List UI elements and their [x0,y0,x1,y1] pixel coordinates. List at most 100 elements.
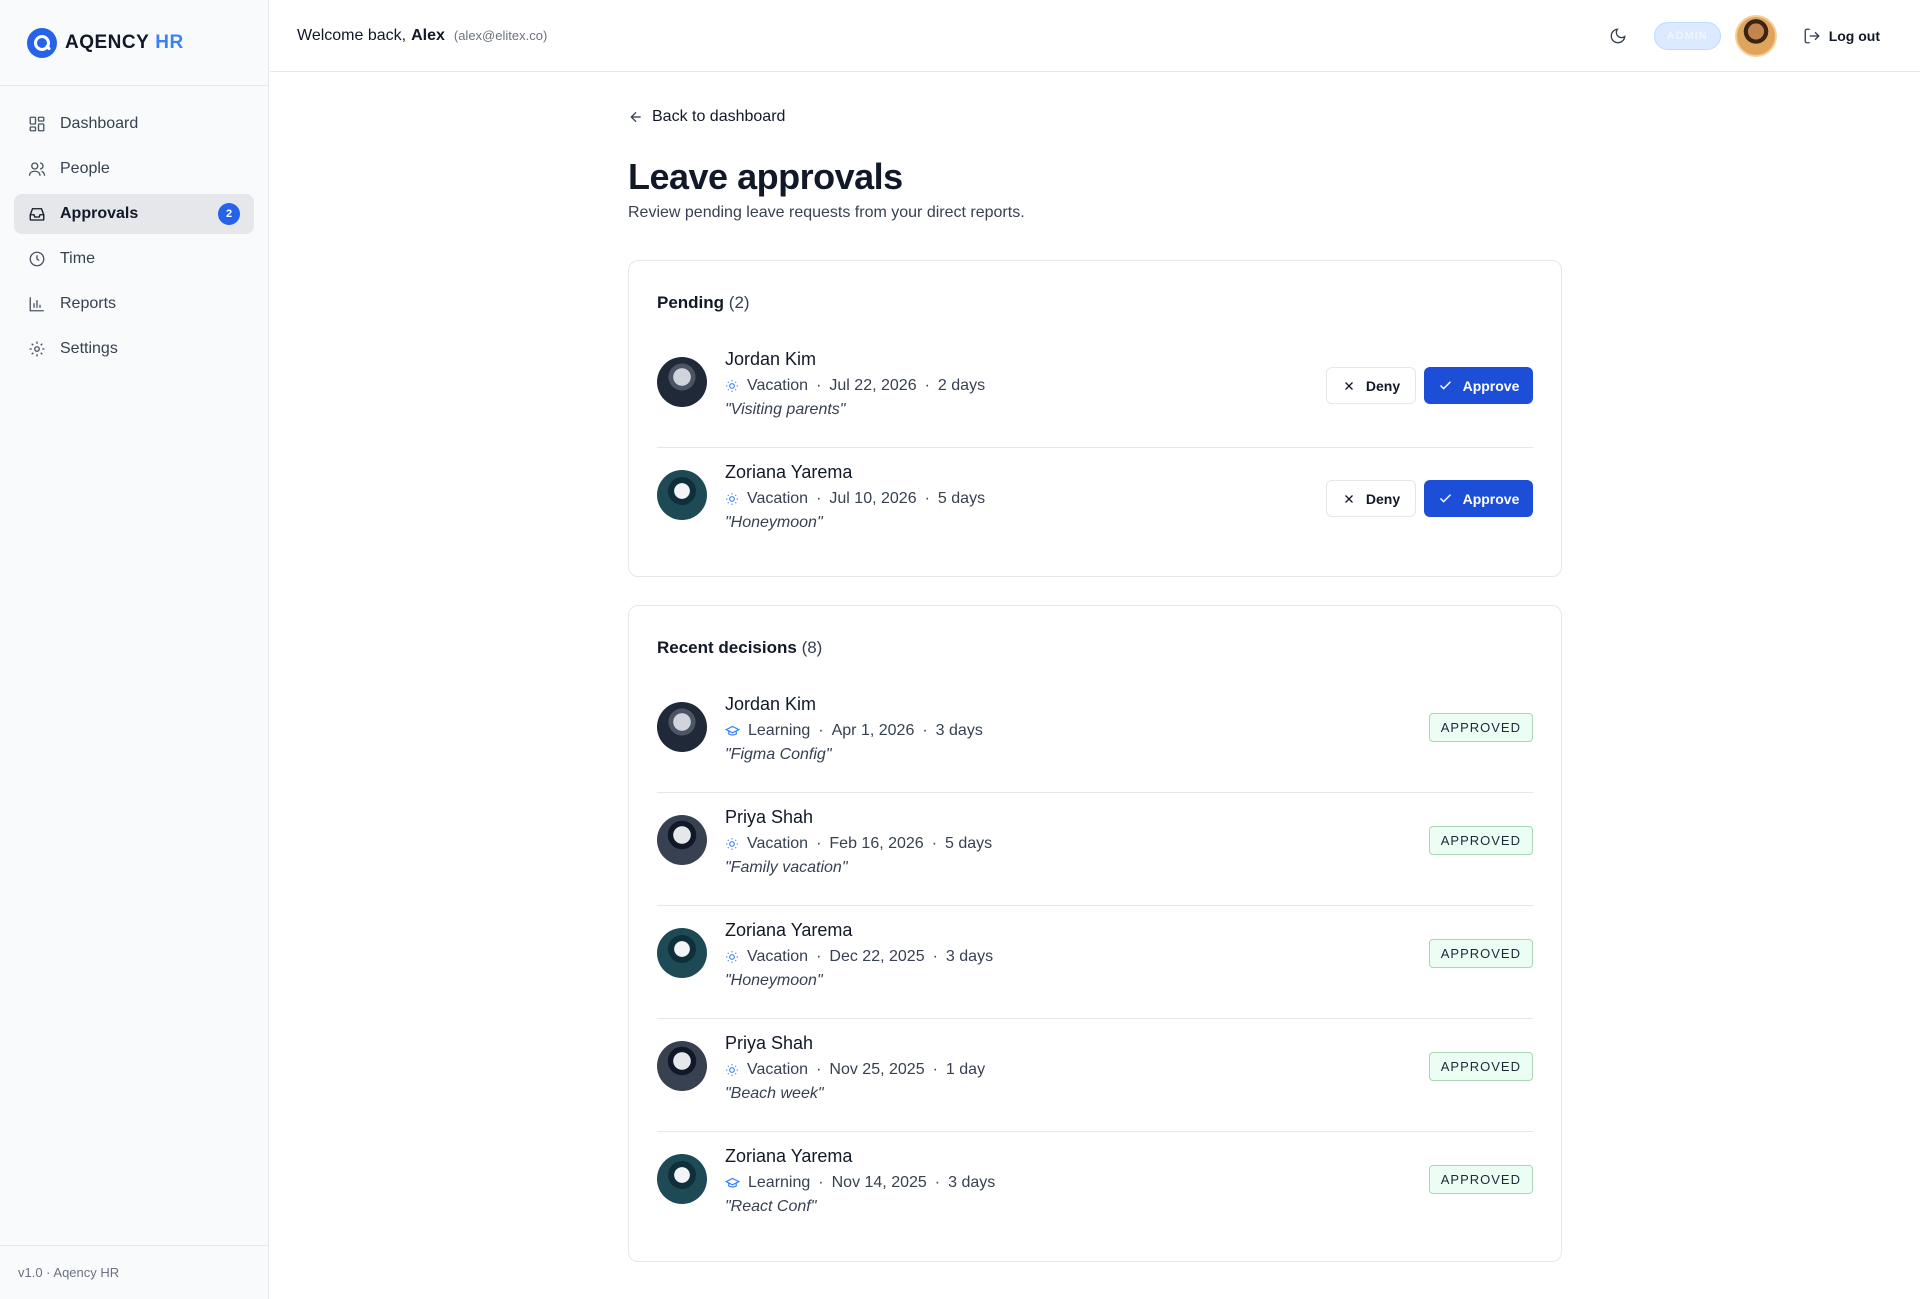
employee-name: Priya Shah [725,1033,814,1053]
sidebar-item-dashboard[interactable]: Dashboard [14,104,254,144]
arrow-left-icon [630,111,641,123]
sidebar-item-people[interactable]: People [14,149,254,189]
leave-duration: 1 day [945,1061,986,1078]
user-email: (alex@elitex.co) [453,27,548,43]
leave-duration: 2 days [937,377,986,394]
leave-type: Vacation [747,1061,809,1078]
leave-note: "Honeymoon" [725,972,823,989]
avatar [657,702,707,752]
leave-date: Apr 1, 2026 [831,722,915,739]
sidebar-item-settings[interactable]: Settings [14,329,254,369]
pending-title: Pending (2) [657,293,1533,315]
status-badge: APPROVED [1428,939,1533,968]
leave-duration: 3 days [945,948,994,965]
pending-list: Jordan Kim Vacation · Jul 22, 2026 · 2 days … [657,335,1533,561]
sidebar-item-label: People [60,160,110,177]
request-info: Priya Shah Vacation · Nov 25, 2025 · 1 day "… [725,1033,985,1109]
leave-note: "Family vacation" [725,859,848,876]
theme-toggle-button[interactable] [1604,22,1632,50]
leave-date: Nov 25, 2025 [829,1061,925,1078]
request-actions: Deny Approve [1326,480,1533,517]
welcome-prefix: Welcome back, [297,26,407,44]
graduation-cap-icon [725,1177,740,1188]
sun-icon [726,380,738,392]
welcome-text: Welcome back, Alex (alex@elitex.co) [297,27,547,45]
approvals-count-badge: 2 [218,203,240,225]
leave-date: Dec 22, 2025 [829,948,925,965]
leave-type: Learning [748,1174,811,1191]
approve-button[interactable]: Approve [1424,480,1533,517]
logout-label: Log out [1828,28,1880,44]
brand[interactable]: AQENCY HR [0,0,268,86]
request-actions: Deny Approve [1326,367,1533,404]
avatar [657,815,707,865]
leave-type: Vacation [747,835,809,852]
employee-name: Zoriana Yarema [725,920,853,940]
back-to-dashboard-link[interactable]: Back to dashboard [628,108,785,126]
leave-type: Vacation [747,948,809,965]
employee-name: Jordan Kim [725,694,817,714]
deny-button[interactable]: Deny [1326,480,1416,517]
leave-type: Learning [748,722,811,739]
sidebar-item-approvals[interactable]: Approvals 2 [14,194,254,234]
sun-icon [726,493,738,505]
request-info: Zoriana Yarema Vacation · Jul 10, 2026 · 5 d… [725,462,985,538]
leave-type: Vacation [747,490,809,507]
deny-button[interactable]: Deny [1326,367,1416,404]
sidebar-item-label: Approvals [60,205,139,222]
graduation-cap-icon [725,725,740,736]
status-badge: APPROVED [1428,713,1533,742]
employee-name: Zoriana Yarema [725,1146,853,1166]
pending-count: (2) [728,293,750,312]
leave-duration: 5 days [945,835,993,852]
version-footer: v1.0 · Aqency HR [0,1245,268,1299]
moon-icon [1610,28,1626,44]
status-badge: APPROVED [1428,826,1533,855]
leave-note: "Honeymoon" [725,514,823,531]
role-badge: ADMIN [1653,22,1721,50]
avatar [657,357,707,407]
inbox-icon [29,208,45,221]
sun-icon [726,951,738,963]
top-header: Welcome back, Alex (alex@elitex.co) ADMIN … [270,0,1920,72]
request-meta: Vacation · Nov 25, 2025 · 1 day [725,1058,985,1082]
avatar[interactable] [1734,15,1777,57]
check-icon [1439,494,1451,503]
request-info: Jordan Kim Vacation · Jul 22, 2026 · 2 days … [725,349,985,425]
request-meta: Vacation · Dec 22, 2025 · 3 days [725,945,993,969]
request-meta: Learning · Nov 14, 2025 · 3 days [725,1171,995,1195]
page-subtitle: Review pending leave requests from your … [628,204,1025,221]
sidebar-item-label: Dashboard [60,115,139,132]
logout-button[interactable]: Log out [1803,27,1880,45]
leave-note: "Figma Config" [725,746,832,763]
recent-count: (8) [801,638,823,657]
sidebar-item-label: Reports [60,295,117,312]
sidebar-item-reports[interactable]: Reports [14,284,254,324]
sidebar: AQENCY HR Dashboard People Approvals 2 T… [0,0,269,1299]
avatar [657,470,707,520]
request-info: Priya Shah Vacation · Feb 16, 2026 · 5 days … [725,807,992,883]
approve-button[interactable]: Approve [1424,367,1533,404]
close-icon [1344,381,1353,390]
deny-label: Deny [1365,377,1401,394]
recent-list: Jordan Kim Learning · Apr 1, 2026 · 3 days "… [657,680,1533,1245]
decision-row: Jordan Kim Learning · Apr 1, 2026 · 3 days "… [657,680,1533,793]
decision-row: Zoriana Yarema Learning · Nov 14, 2025 · 3 d… [657,1132,1533,1245]
bar-chart-icon [29,297,44,312]
check-icon [1439,381,1451,390]
request-info: Zoriana Yarema Learning · Nov 14, 2025 · 3 d… [725,1146,995,1222]
back-label: Back to dashboard [652,108,786,125]
recent-title-label: Recent decisions [657,638,797,657]
employee-name: Zoriana Yarema [725,462,853,482]
sidebar-item-time[interactable]: Time [14,239,254,279]
recent-title: Recent decisions (8) [657,638,1533,660]
page-title: Leave approvals [628,156,903,197]
request-meta: Vacation · Jul 22, 2026 · 2 days [725,374,985,398]
header-actions: ADMIN Log out [1604,0,1880,72]
brand-name: AQENCY [65,31,150,53]
recent-decisions-card: Recent decisions (8) Jordan Kim Learning… [628,605,1562,1262]
pending-card: Pending (2) Jordan Kim Vacation · Jul 22, … [628,260,1562,577]
leave-type: Vacation [747,377,809,394]
leave-date: Jul 22, 2026 [829,377,917,394]
pending-row: Zoriana Yarema Vacation · Jul 10, 2026 · 5 d… [657,448,1533,561]
